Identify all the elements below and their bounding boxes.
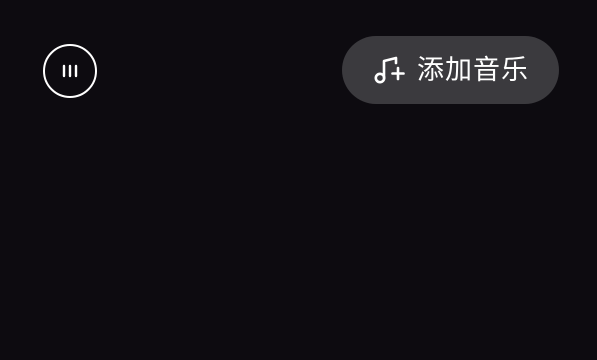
camera-screen: 添加音乐 <box>0 0 597 360</box>
add-music-label: 添加音乐 <box>417 54 529 86</box>
add-music-button[interactable]: 添加音乐 <box>342 36 559 104</box>
ellipsis-circle-icon <box>55 56 85 86</box>
more-options-button[interactable] <box>43 44 97 98</box>
music-note-plus-icon <box>371 52 407 88</box>
